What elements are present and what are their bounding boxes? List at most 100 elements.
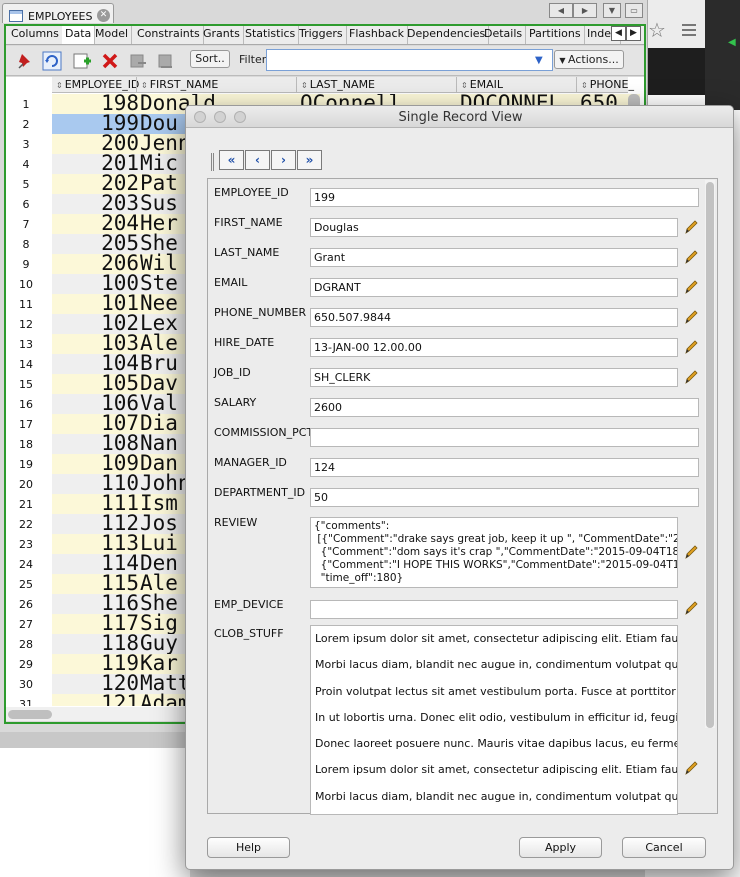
- row-number: 11: [19, 298, 33, 311]
- last-record-icon[interactable]: »: [297, 150, 322, 170]
- sort-icon: ⇕: [461, 81, 468, 90]
- menu-icon[interactable]: [682, 24, 696, 26]
- row-number: 6: [22, 198, 30, 211]
- dropdown-button[interactable]: ▼: [603, 3, 621, 18]
- tab-constraints[interactable]: Constraints: [134, 26, 204, 44]
- maximize-button[interactable]: ▭: [625, 3, 643, 18]
- pencil-icon[interactable]: [683, 309, 699, 325]
- pencil-icon[interactable]: [683, 219, 699, 235]
- row-number: 18: [19, 438, 33, 451]
- nav-back-button[interactable]: ◀: [549, 3, 573, 18]
- row-number: 15: [19, 378, 33, 391]
- sort-icon: ⇕: [301, 81, 308, 90]
- refresh-icon[interactable]: [42, 51, 62, 71]
- column-separator[interactable]: [576, 77, 577, 93]
- star-icon[interactable]: ☆: [648, 18, 666, 42]
- last-name-field[interactable]: Grant: [310, 248, 678, 267]
- column-separator[interactable]: [296, 77, 297, 93]
- pencil-icon[interactable]: [683, 339, 699, 355]
- hire-date-field[interactable]: 13-JAN-00 12.00.00: [310, 338, 678, 357]
- first-record-icon[interactable]: «: [219, 150, 244, 170]
- sort-button[interactable]: Sort..: [190, 50, 230, 68]
- column-header[interactable]: ⇕ EMPLOYEE_ID: [56, 78, 139, 91]
- chevron-down-icon[interactable]: ▼: [535, 55, 543, 66]
- email-field[interactable]: DGRANT: [310, 278, 678, 297]
- column-header-label: LAST_NAME: [309, 78, 376, 91]
- single-record-dialog: Single Record View « ‹ › » REVIEW {"comm…: [185, 105, 734, 870]
- tab-details[interactable]: Details: [481, 26, 527, 44]
- pencil-icon[interactable]: [683, 600, 699, 616]
- field-label: SALARY: [214, 396, 257, 409]
- pencil-icon[interactable]: [683, 760, 699, 776]
- sort-icon: ⇕: [581, 81, 588, 90]
- close-icon[interactable]: ✕: [97, 9, 110, 22]
- review-textarea[interactable]: {"comments": [{"Comment":"drake says gre…: [310, 517, 678, 588]
- tab-statistics[interactable]: Statistics: [242, 26, 300, 44]
- first-name-field[interactable]: Douglas: [310, 218, 678, 237]
- form-vertical-scrollbar[interactable]: [706, 182, 714, 728]
- clob-line: Proin volutpat lectus sit amet vestibulu…: [315, 684, 677, 698]
- insert-row-icon[interactable]: [72, 51, 92, 71]
- tab-data[interactable]: Data: [62, 26, 96, 44]
- field-label: MANAGER_ID: [214, 456, 287, 469]
- manager-id-field[interactable]: 124: [310, 458, 699, 477]
- tab-flashback[interactable]: Flashback: [346, 26, 408, 44]
- apply-button[interactable]: Apply: [519, 837, 602, 858]
- filter-input[interactable]: [266, 49, 553, 71]
- field-label: EMAIL: [214, 276, 248, 289]
- employee-id-cell[interactable]: 121: [52, 691, 139, 706]
- department-id-field[interactable]: 50: [310, 488, 699, 507]
- commission-pct-field[interactable]: [310, 428, 699, 447]
- column-header[interactable]: ⇕ EMAIL: [461, 78, 503, 91]
- column-separator[interactable]: [456, 77, 457, 93]
- row-number: 9: [22, 258, 30, 271]
- column-header-label: FIRST_NAME: [149, 78, 219, 91]
- employee-id-field[interactable]: 199: [310, 188, 699, 207]
- job-id-field[interactable]: SH_CLERK: [310, 368, 678, 387]
- row-number: 2: [22, 118, 30, 131]
- help-button[interactable]: Help: [207, 837, 290, 858]
- pencil-icon[interactable]: [683, 369, 699, 385]
- first-name-cell[interactable]: Adam: [140, 691, 191, 706]
- tab-triggers[interactable]: Triggers: [296, 26, 347, 44]
- row-number: 29: [19, 658, 33, 671]
- commit-icon[interactable]: [128, 51, 148, 71]
- tab-scroll-left-icon[interactable]: ◀: [611, 26, 626, 41]
- column-header-label: EMAIL: [469, 78, 504, 91]
- previous-record-icon[interactable]: ‹: [245, 150, 270, 170]
- pencil-icon[interactable]: [683, 544, 699, 560]
- row-number: 5: [22, 178, 30, 191]
- row-number: 31: [19, 698, 33, 706]
- cancel-button[interactable]: Cancel: [622, 837, 706, 858]
- pencil-icon[interactable]: [683, 249, 699, 265]
- actions-button[interactable]: ▼ Actions...: [554, 50, 624, 69]
- tab-grants[interactable]: Grants: [200, 26, 244, 44]
- salary-field[interactable]: 2600: [310, 398, 699, 417]
- next-record-icon[interactable]: ›: [271, 150, 296, 170]
- field-label: LAST_NAME: [214, 246, 280, 259]
- document-tab[interactable]: EMPLOYEES ✕: [2, 3, 114, 23]
- chevron-down-icon: ▼: [559, 56, 569, 65]
- tab-scroll-right-icon[interactable]: ▶: [626, 26, 641, 41]
- phone-number-field[interactable]: 650.507.9844: [310, 308, 678, 327]
- grid-header: ⇕ EMPLOYEE_ID ⇕ FIRST_NAME ⇕ LAST_NAME ⇕ EMA…: [52, 77, 634, 93]
- rollback-icon[interactable]: [156, 51, 176, 71]
- tab-partitions[interactable]: Partitions: [526, 26, 585, 44]
- emp-device-field[interactable]: [310, 600, 678, 619]
- delete-row-icon[interactable]: [100, 51, 120, 71]
- column-header[interactable]: ⇕ FIRST_NAME: [141, 78, 218, 91]
- tab-columns[interactable]: Columns: [8, 26, 63, 44]
- column-separator[interactable]: [136, 77, 137, 93]
- grid-horizontal-scrollbar[interactable]: [8, 710, 52, 719]
- clob-line: Morbi lacus diam, blandit nec augue in, …: [315, 789, 678, 803]
- pin-icon[interactable]: [16, 51, 36, 71]
- clob-textarea[interactable]: Lorem ipsum dolor sit amet, consectetur …: [310, 625, 678, 815]
- pencil-icon[interactable]: [683, 279, 699, 295]
- row-number: 22: [19, 518, 33, 531]
- nav-forward-button[interactable]: ▶: [573, 3, 597, 18]
- tab-model[interactable]: Model: [92, 26, 133, 44]
- tab-dependencies[interactable]: Dependencies: [404, 26, 490, 44]
- column-header[interactable]: ⇕ LAST_NAME: [301, 78, 375, 91]
- column-header[interactable]: ⇕ PHONE_: [581, 78, 634, 91]
- column-header-label: PHONE_: [589, 78, 634, 91]
